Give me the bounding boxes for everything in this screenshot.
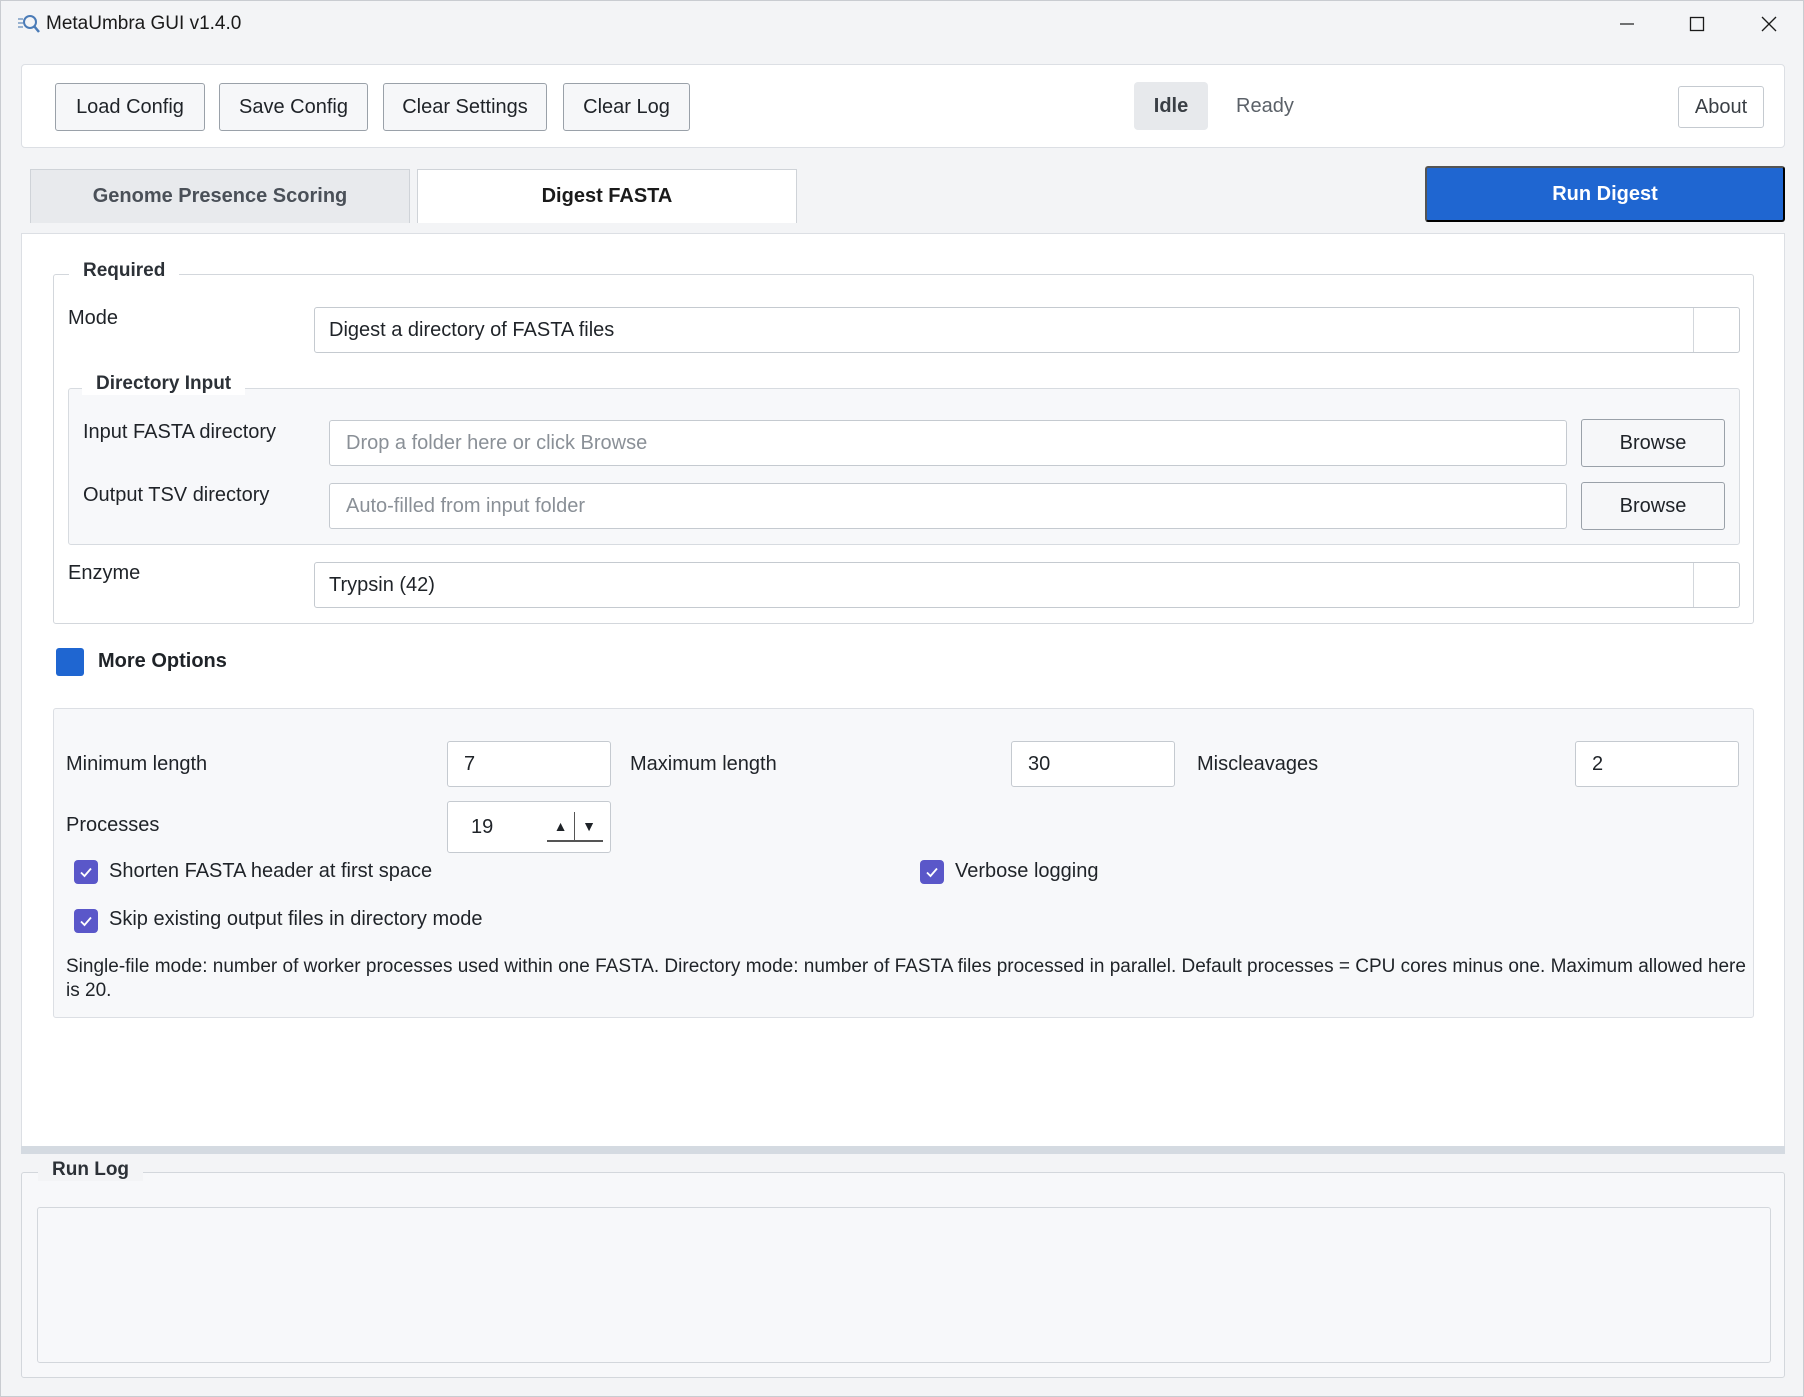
processes-value: 19 bbox=[471, 816, 494, 838]
tab-digest-fasta[interactable]: Digest FASTA bbox=[417, 169, 797, 223]
close-icon bbox=[1761, 16, 1777, 32]
arrow-down-icon[interactable]: ▼ bbox=[575, 812, 603, 842]
output-tsv-directory-label: Output TSV directory bbox=[83, 484, 270, 506]
checkmark-icon bbox=[80, 916, 92, 927]
maximize-icon bbox=[1689, 16, 1705, 32]
shorten-header-checkbox[interactable] bbox=[74, 860, 98, 884]
minimize-button[interactable] bbox=[1593, 1, 1661, 47]
maximum-length-label: Maximum length bbox=[630, 753, 777, 775]
browse-input-button[interactable]: Browse bbox=[1581, 419, 1725, 467]
more-options-toggle[interactable] bbox=[56, 648, 84, 676]
directory-input-group: Directory Input Input FASTA directory Br… bbox=[68, 373, 1740, 545]
directory-input-title: Directory Input bbox=[82, 373, 246, 395]
enzyme-label: Enzyme bbox=[68, 562, 141, 584]
magnifier-icon bbox=[18, 15, 40, 33]
miscleavages-label: Miscleavages bbox=[1197, 753, 1319, 775]
chevron-down-icon bbox=[1693, 563, 1739, 607]
minimize-icon bbox=[1620, 23, 1634, 25]
enzyme-value: Trypsin (42) bbox=[329, 574, 435, 596]
enzyme-select[interactable]: Trypsin (42) bbox=[314, 562, 1740, 608]
input-fasta-directory-field[interactable] bbox=[329, 420, 1567, 466]
digest-panel: Required Mode Digest a directory of FAST… bbox=[21, 233, 1785, 1147]
arrow-up-icon[interactable]: ▲ bbox=[547, 812, 575, 842]
panel-splitter[interactable] bbox=[21, 1146, 1785, 1154]
shorten-header-label: Shorten FASTA header at first space bbox=[109, 860, 433, 882]
about-button[interactable]: About bbox=[1678, 86, 1764, 128]
load-config-button[interactable]: Load Config bbox=[55, 83, 205, 131]
run-digest-button[interactable]: Run Digest bbox=[1425, 166, 1785, 222]
required-group: Required Mode Digest a directory of FAST… bbox=[53, 260, 1754, 624]
minimum-length-label: Minimum length bbox=[66, 753, 208, 775]
processes-label: Processes bbox=[66, 814, 160, 836]
skip-existing-label: Skip existing output files in directory … bbox=[109, 908, 483, 930]
run-log-group: Run Log bbox=[21, 1159, 1785, 1378]
more-options-group: Minimum length Maximum length Miscleavag… bbox=[53, 708, 1754, 1018]
tab-genome-presence-scoring[interactable]: Genome Presence Scoring bbox=[30, 169, 410, 223]
maximize-button[interactable] bbox=[1663, 1, 1731, 47]
processes-stepper[interactable]: 19 ▲ ▼ bbox=[447, 801, 611, 853]
verbose-logging-label: Verbose logging bbox=[955, 860, 1099, 882]
more-options-label: More Options bbox=[98, 650, 227, 672]
processes-help-text: Single-file mode: number of worker proce… bbox=[66, 956, 1746, 1001]
status-text: Ready bbox=[1236, 95, 1294, 117]
minimum-length-input[interactable] bbox=[447, 741, 611, 787]
verbose-logging-checkbox[interactable] bbox=[920, 860, 944, 884]
required-group-title: Required bbox=[69, 260, 180, 282]
run-log-output[interactable] bbox=[37, 1207, 1771, 1363]
window-title: MetaUmbra GUI v1.4.0 bbox=[46, 13, 242, 34]
mode-value: Digest a directory of FASTA files bbox=[329, 319, 615, 341]
status-badge: Idle bbox=[1134, 82, 1208, 130]
miscleavages-input[interactable] bbox=[1575, 741, 1739, 787]
run-log-title: Run Log bbox=[38, 1159, 144, 1181]
title-bar: MetaUmbra GUI v1.4.0 bbox=[1, 1, 1803, 47]
checkmark-icon bbox=[80, 867, 92, 878]
output-tsv-directory-field[interactable] bbox=[329, 483, 1567, 529]
close-button[interactable] bbox=[1735, 1, 1803, 47]
save-config-button[interactable]: Save Config bbox=[219, 83, 368, 131]
input-fasta-directory-label: Input FASTA directory bbox=[83, 421, 277, 443]
app-window: MetaUmbra GUI v1.4.0 Load Config Save Co… bbox=[0, 0, 1804, 1397]
browse-output-button[interactable]: Browse bbox=[1581, 482, 1725, 530]
top-toolbar: Load Config Save Config Clear Settings C… bbox=[21, 64, 1785, 148]
mode-select[interactable]: Digest a directory of FASTA files bbox=[314, 307, 1740, 353]
maximum-length-input[interactable] bbox=[1011, 741, 1175, 787]
skip-existing-checkbox[interactable] bbox=[74, 909, 98, 933]
mode-label: Mode bbox=[68, 307, 119, 329]
clear-settings-button[interactable]: Clear Settings bbox=[383, 83, 547, 131]
clear-log-button[interactable]: Clear Log bbox=[563, 83, 690, 131]
checkmark-icon bbox=[926, 867, 938, 878]
chevron-down-icon bbox=[1693, 308, 1739, 352]
